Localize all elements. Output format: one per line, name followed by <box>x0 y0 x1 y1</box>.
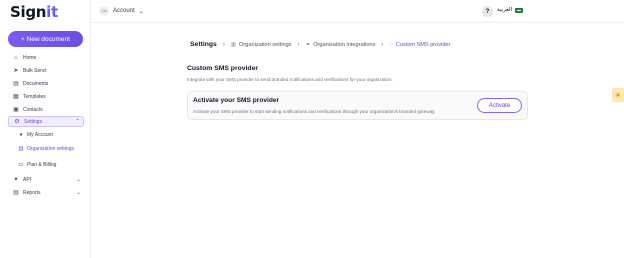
activate-sms-card: Activate your SMS provider Activate your… <box>187 91 528 120</box>
card-title: Activate your SMS provider <box>193 97 280 104</box>
sidebar-item-documents[interactable]: ▤ Documents <box>8 78 84 89</box>
sidebar-subitem-organization-settings[interactable]: ▥ Organization settings <box>18 143 74 154</box>
link-icon: ⚭ <box>305 41 311 48</box>
sidebar-item-bulk-send[interactable]: ➤ Bulk Send <box>8 65 84 76</box>
chevron-right-icon: › <box>297 41 300 48</box>
language-label: العربية <box>497 7 513 13</box>
reports-icon: ▤ <box>13 190 19 196</box>
chevron-up-icon: ⌃ <box>74 119 80 125</box>
sidebar-item-home[interactable]: ⌂ Home <box>8 52 84 63</box>
account-switcher[interactable]: CA Account ⌄ <box>99 6 144 16</box>
sun-icon[interactable]: ☀ <box>612 88 624 102</box>
contacts-icon: ▣ <box>13 107 19 113</box>
billing-icon: ▭ <box>18 161 24 168</box>
page-description: Integrate with your SMS provider to send… <box>187 77 393 82</box>
api-icon: ✦ <box>13 177 19 183</box>
sidebar-subitem-my-account[interactable]: ● My Account <box>18 129 53 140</box>
breadcrumb: Settings › ▥ Organization settings › ⚭ Org… <box>190 41 450 48</box>
sidebar-item-settings[interactable]: ⚙ Settings ⌃ <box>8 116 84 127</box>
home-icon: ⌂ <box>14 54 18 61</box>
new-document-button[interactable]: + New document <box>8 31 83 47</box>
activate-button[interactable]: Activate <box>477 98 522 113</box>
sidebar-item-reports[interactable]: ▤ Reports ⌄ <box>8 187 84 198</box>
breadcrumb-root[interactable]: Settings <box>190 41 217 48</box>
sidebar-item-api[interactable]: ✦ API ⌄ <box>8 174 84 185</box>
flag-icon <box>515 7 524 13</box>
breadcrumb-item-organization-integrations[interactable]: ⚭ Organization integrations <box>306 42 376 48</box>
template-icon: ▦ <box>13 94 19 100</box>
send-icon: ➤ <box>13 68 19 74</box>
sidebar-item-templates[interactable]: ▦ Templates <box>8 91 84 102</box>
language-switcher[interactable]: العربية <box>497 7 524 13</box>
logo[interactable]: Signit <box>10 3 58 21</box>
sidebar-subitem-plan-billing[interactable]: ▭ Plan & Billing <box>18 159 56 170</box>
user-icon: ● <box>19 131 23 138</box>
message-icon: ◌ <box>389 41 393 48</box>
account-label: Account <box>113 8 135 14</box>
chevron-down-icon: ⌄ <box>138 8 144 15</box>
sidebar-item-contacts[interactable]: ▣ Contacts <box>8 104 84 115</box>
chevron-down-icon: ⌄ <box>75 190 81 196</box>
breadcrumb-item-organization-settings[interactable]: ▥ Organization settings <box>231 42 292 48</box>
chevron-down-icon: ⌄ <box>75 177 81 183</box>
sidebar: Signit + New document ⌂ Home ➤ Bulk Send ▤… <box>0 0 91 258</box>
top-bar <box>91 0 624 23</box>
avatar: CA <box>99 6 109 16</box>
document-icon: ▤ <box>13 81 19 87</box>
settings-icon: ⚙ <box>14 119 20 125</box>
building-icon: ▥ <box>18 145 24 152</box>
help-button[interactable]: ? <box>482 6 493 17</box>
card-description: Activate your SMS provider to start send… <box>193 109 436 114</box>
chevron-right-icon: › <box>222 41 225 48</box>
breadcrumb-item-current: ◌ Custom SMS provider <box>389 41 451 48</box>
building-icon: ▥ <box>230 41 237 48</box>
app-root: Signit + New document ⌂ Home ➤ Bulk Send ▤… <box>0 0 624 258</box>
page-title: Custom SMS provider <box>187 65 258 72</box>
chevron-right-icon: › <box>381 41 384 48</box>
